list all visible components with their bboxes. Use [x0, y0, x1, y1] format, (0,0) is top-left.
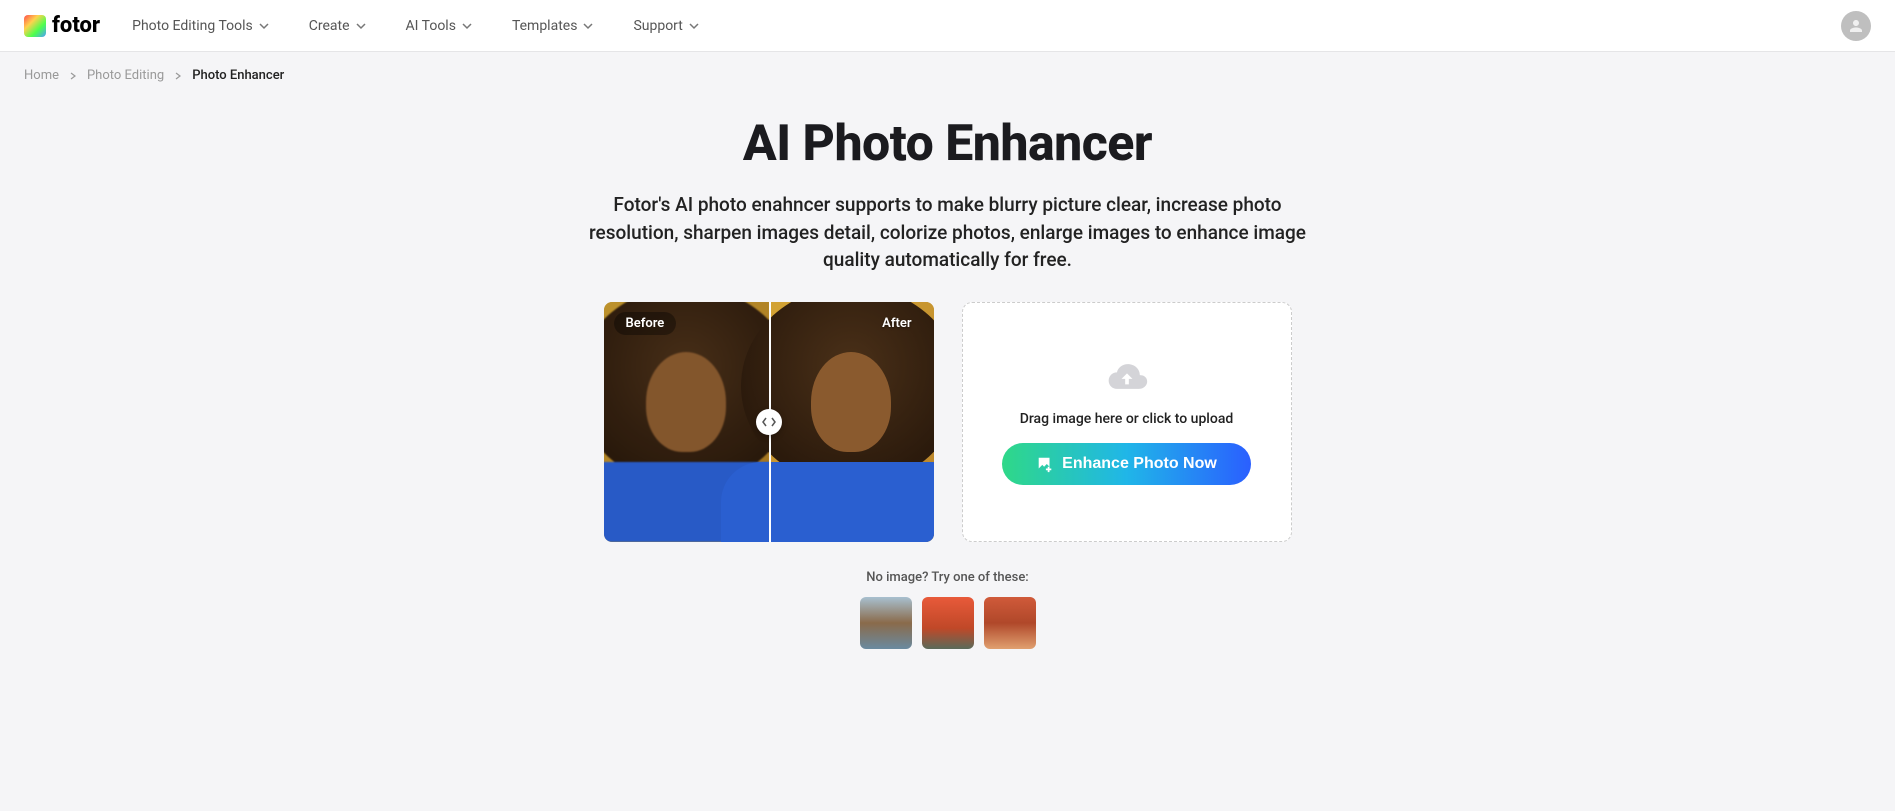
- sample-portrait: [769, 302, 934, 542]
- header: fotor Photo Editing Tools Create AI Tool…: [0, 0, 1895, 52]
- chevron-right-icon: [174, 72, 182, 80]
- breadcrumb: Home Photo Editing Photo Enhancer: [0, 52, 1895, 99]
- sample-thumbnail-1[interactable]: [860, 597, 912, 649]
- chevron-down-icon: [259, 21, 269, 31]
- nav-create[interactable]: Create: [309, 18, 366, 34]
- after-badge: After: [870, 312, 923, 335]
- avatar[interactable]: [1841, 11, 1871, 41]
- nav-label: AI Tools: [406, 18, 456, 34]
- chevron-down-icon: [356, 21, 366, 31]
- nav-label: Create: [309, 18, 350, 34]
- samples-label: No image? Try one of these:: [518, 570, 1378, 585]
- upload-instruction-text: Drag image here or click to upload: [1020, 411, 1234, 427]
- before-after-preview: Before After: [604, 302, 934, 542]
- breadcrumb-home[interactable]: Home: [24, 68, 59, 83]
- before-badge: Before: [614, 312, 677, 335]
- upload-dropzone[interactable]: Drag image here or click to upload Enhan…: [962, 302, 1292, 542]
- breadcrumb-current: Photo Enhancer: [192, 68, 284, 83]
- page-title: AI Photo Enhancer: [518, 115, 1378, 173]
- panels-row: Before After Drag image here or click to…: [518, 302, 1378, 542]
- main-content: AI Photo Enhancer Fotor's AI photo enahn…: [498, 115, 1398, 649]
- cloud-upload-icon: [1105, 359, 1149, 395]
- nav-support[interactable]: Support: [633, 18, 698, 34]
- sample-thumbnail-3[interactable]: [984, 597, 1036, 649]
- chevron-right-icon: [69, 72, 77, 80]
- nav-templates[interactable]: Templates: [512, 18, 594, 34]
- sample-thumbnails: [518, 597, 1378, 649]
- nav-label: Support: [633, 18, 682, 34]
- main-nav: Photo Editing Tools Create AI Tools Temp…: [132, 18, 699, 34]
- chevron-down-icon: [689, 21, 699, 31]
- user-icon: [1847, 17, 1865, 35]
- image-plus-icon: [1036, 455, 1054, 473]
- slider-arrows-icon: [762, 415, 776, 429]
- logo-icon: [24, 15, 46, 37]
- sample-thumbnail-2[interactable]: [922, 597, 974, 649]
- nav-label: Photo Editing Tools: [132, 18, 253, 34]
- enhance-photo-button[interactable]: Enhance Photo Now: [1002, 443, 1251, 485]
- preview-after-side: [769, 302, 934, 542]
- nav-ai-tools[interactable]: AI Tools: [406, 18, 472, 34]
- logo[interactable]: fotor: [24, 13, 100, 38]
- nav-label: Templates: [512, 18, 578, 34]
- logo-text: fotor: [52, 13, 100, 38]
- header-right: [1841, 11, 1871, 41]
- nav-photo-editing-tools[interactable]: Photo Editing Tools: [132, 18, 269, 34]
- breadcrumb-photo-editing[interactable]: Photo Editing: [87, 68, 164, 83]
- chevron-down-icon: [462, 21, 472, 31]
- page-subtitle: Fotor's AI photo enahncer supports to ma…: [568, 191, 1328, 274]
- enhance-button-label: Enhance Photo Now: [1062, 455, 1217, 473]
- comparison-slider-handle[interactable]: [756, 409, 782, 435]
- chevron-down-icon: [583, 21, 593, 31]
